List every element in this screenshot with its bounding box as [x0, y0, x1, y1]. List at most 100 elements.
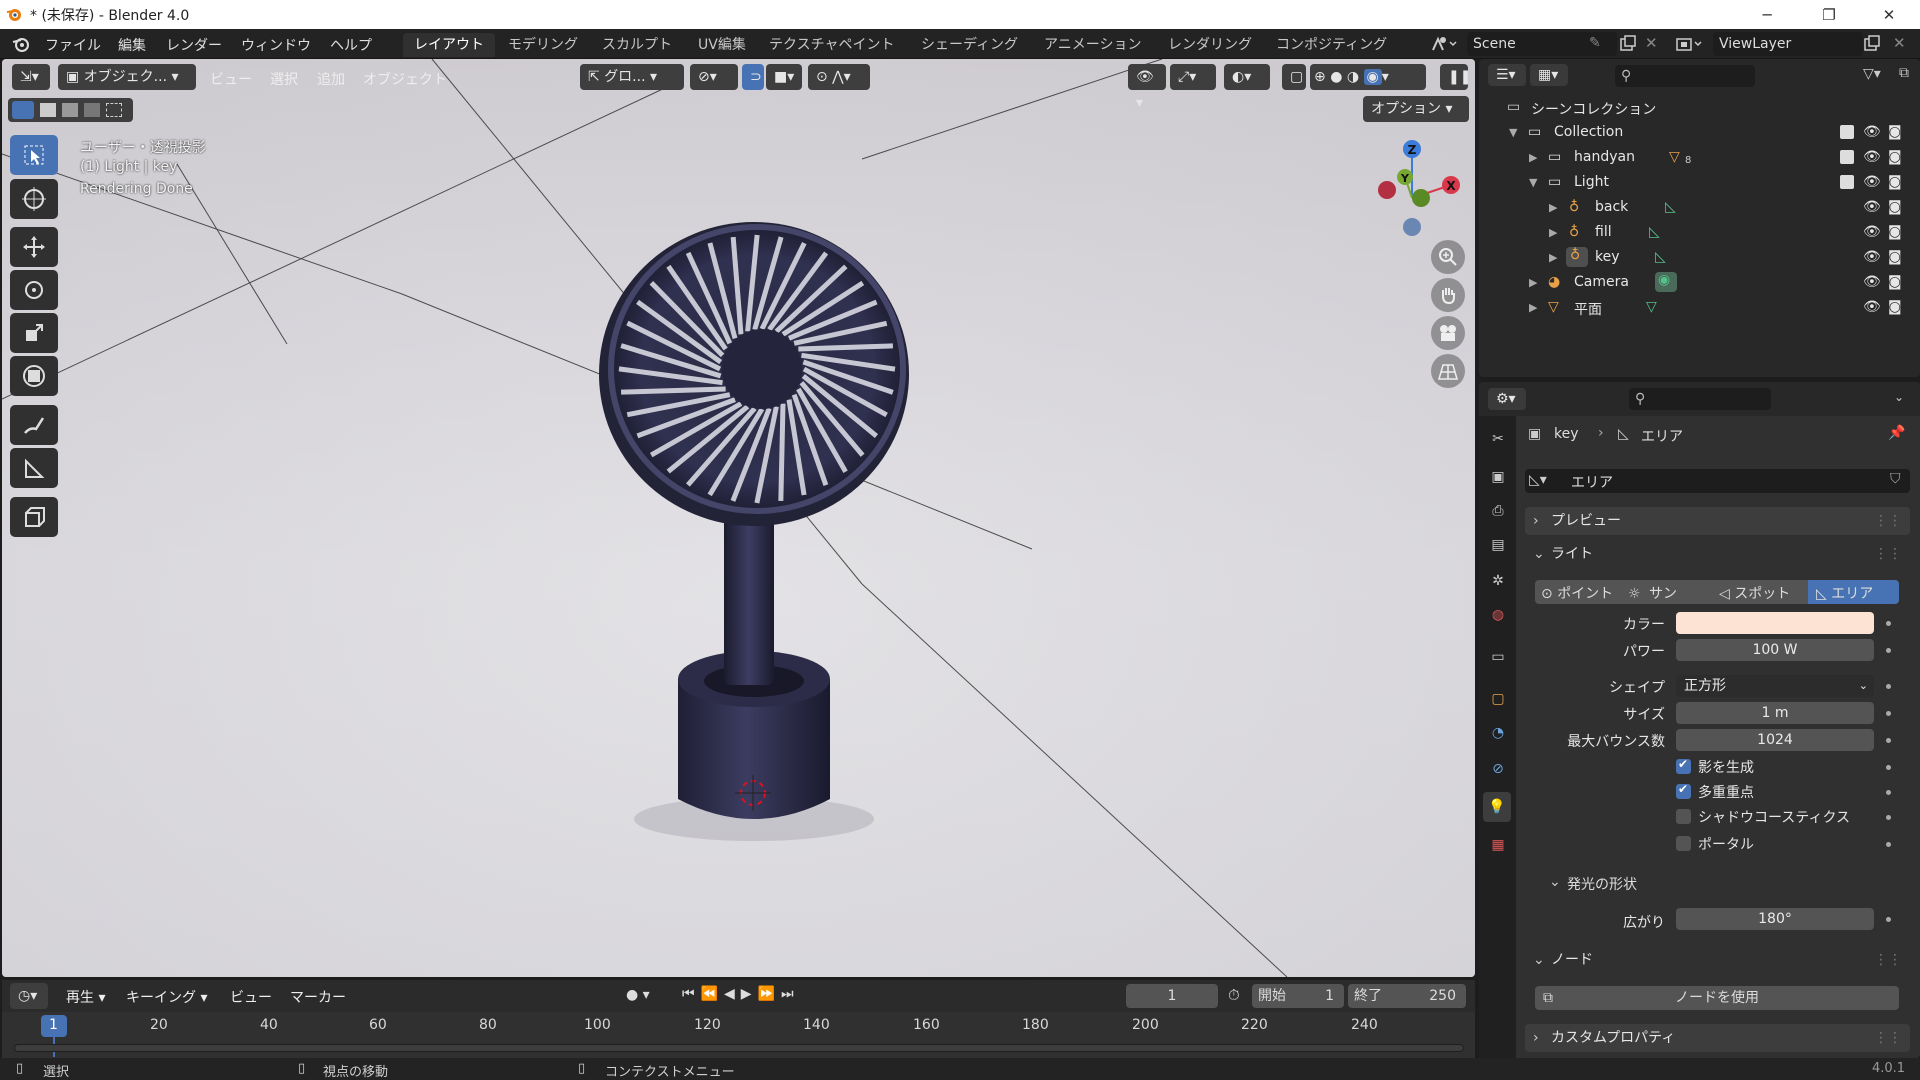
tab-rendering[interactable]: レンダリング [1157, 33, 1263, 57]
close-button[interactable]: ✕ [1866, 0, 1912, 29]
eye-icon[interactable]: 👁 [1863, 124, 1881, 140]
outliner[interactable]: ☰▾ ▦▾ ⚲ ▽▾ ⧉ ▭ シーンコレクション ▼ ▭ Collection 👁… [1479, 59, 1920, 377]
new-collection-icon[interactable]: ⧉ [1899, 65, 1909, 81]
current-frame-field[interactable]: 1 [1126, 984, 1218, 1008]
playback-controls[interactable]: ⏮⏪◀▶⏩⏭ [682, 986, 800, 1002]
annotate-tool[interactable] [10, 405, 58, 445]
pivot-icon[interactable]: ⊘▾ [690, 64, 738, 90]
tab-texture-paint[interactable]: テクスチャペイント [758, 33, 905, 57]
tool-tab-icon[interactable]: ✂ [1487, 428, 1509, 450]
light-type-area[interactable]: ◺ エリア [1808, 580, 1899, 604]
tab-shading[interactable]: シェーディング [910, 33, 1029, 57]
timeline-editor-type-icon[interactable]: ◷▾ [10, 983, 48, 1009]
properties-editor-type-icon[interactable]: ⚙▾ [1488, 388, 1526, 410]
light-datablock-field[interactable]: ◺▾ エリア ⛉ [1525, 469, 1910, 493]
expand-arrow-icon[interactable]: ▶ [1529, 276, 1537, 289]
select-extend-icon[interactable] [40, 103, 56, 117]
keyframe-dot[interactable] [1886, 917, 1891, 922]
drag-handle-icon[interactable]: ⋮⋮ [1874, 1024, 1902, 1052]
rotate-tool[interactable] [10, 270, 58, 310]
expand-arrow-icon[interactable]: ▶ [1529, 301, 1537, 314]
tab-uv-editing[interactable]: UV編集 [687, 33, 757, 57]
tab-modeling[interactable]: モデリング [497, 33, 589, 57]
beam-shape-subpanel[interactable]: 発光の形状 [1567, 874, 1637, 894]
visibility-icon[interactable]: 👁▾ [1128, 64, 1166, 111]
light-browse-icon[interactable]: ◺▾ [1529, 472, 1547, 488]
tab-animation[interactable]: アニメーション [1033, 33, 1152, 57]
cursor-tool[interactable] [10, 179, 58, 219]
checkbox-icon[interactable] [1840, 175, 1854, 189]
keyframe-dot[interactable] [1886, 842, 1891, 847]
display-mode-icon[interactable]: ▦▾ [1530, 64, 1568, 86]
portal-checkbox[interactable] [1676, 836, 1691, 851]
start-frame-field[interactable]: 開始 1 [1252, 984, 1344, 1008]
eye-icon[interactable]: 👁 [1863, 224, 1881, 240]
keyframe-dot[interactable] [1886, 621, 1891, 626]
timeline-view-menu[interactable]: ビュー [230, 987, 272, 1007]
timeline-editor[interactable]: ◷▾ 再生 ▾ キーイング ▾ ビュー マーカー ● ▾ ⏮⏪◀▶⏩⏭ 1 ⏱ … [2, 980, 1475, 1062]
light-type-sun[interactable]: ☼ サン [1628, 583, 1677, 603]
pan-hand-icon[interactable] [1431, 278, 1465, 312]
snap-toggle-icon[interactable]: ⊃ [742, 64, 764, 90]
view-layer-field[interactable]: ViewLayer [1713, 32, 1863, 56]
menu-window[interactable]: ウィンドウ [241, 35, 311, 55]
outliner-editor-type-icon[interactable]: ☰▾ [1488, 64, 1526, 86]
light-type-spot[interactable]: ◁ スポット [1719, 583, 1790, 603]
eye-icon[interactable]: 👁 [1863, 249, 1881, 265]
pin-icon[interactable]: 📌 [1888, 425, 1905, 441]
measure-tool[interactable] [10, 448, 58, 488]
select-invert-icon[interactable] [84, 103, 100, 117]
shadow-caustics-checkbox[interactable] [1676, 809, 1691, 824]
xray-toggle-icon[interactable]: ▢ [1282, 64, 1306, 90]
texture-tab-icon[interactable]: ▦ [1487, 834, 1509, 856]
expand-arrow-icon[interactable]: ▶ [1549, 201, 1557, 214]
shape-dropdown[interactable]: 正方形 ⌄ [1676, 675, 1874, 697]
properties-search-input[interactable]: ⚲ [1629, 388, 1771, 410]
drag-handle-icon[interactable]: ⋮⋮ [1874, 540, 1902, 568]
overlays-toggle-icon[interactable]: ◐▾ [1224, 64, 1270, 90]
gizmo-toggle-icon[interactable]: ⤢▾ [1170, 64, 1216, 90]
options-dropdown[interactable]: オプション ▾ [1363, 96, 1469, 122]
tab-layout[interactable]: レイアウト [403, 33, 495, 57]
menu-render[interactable]: レンダー [166, 35, 222, 55]
expand-arrow-icon[interactable]: ▶ [1529, 151, 1537, 164]
menu-select[interactable]: 選択 [270, 69, 298, 89]
move-tool[interactable] [10, 227, 58, 267]
rendered-shading-icon[interactable]: ◉ [1363, 69, 1382, 85]
outliner-row-light-collection[interactable]: ▼ ▭ Light 👁 ◙ [1479, 170, 1920, 195]
end-frame-field[interactable]: 終了 250 [1348, 984, 1466, 1008]
panel-nodes[interactable]: ⌄ ノード ⋮⋮ [1525, 946, 1910, 974]
delete-view-layer-icon[interactable]: ✕ [1893, 34, 1906, 52]
new-scene-icon[interactable] [1619, 34, 1637, 52]
outliner-scene-collection[interactable]: ▭ シーンコレクション [1479, 95, 1920, 120]
record-keyframe-icon[interactable]: ● ▾ [626, 987, 650, 1003]
material-shading-icon[interactable]: ◑ [1347, 69, 1359, 85]
select-new-icon[interactable] [12, 101, 34, 119]
use-nodes-button[interactable]: ⧉ ノードを使用 [1535, 986, 1899, 1010]
expand-arrow-icon[interactable]: ▶ [1549, 251, 1557, 264]
menu-object[interactable]: オブジェクト [363, 69, 447, 89]
perspective-toggle-icon[interactable] [1431, 354, 1465, 388]
3d-viewport[interactable] [2, 59, 1475, 977]
outliner-row-back[interactable]: ▶ ♁ back ◺ 👁 ◙ [1479, 195, 1920, 220]
keyframe-dot[interactable] [1886, 648, 1891, 653]
color-swatch[interactable] [1676, 612, 1874, 634]
eye-icon[interactable]: 👁 [1863, 174, 1881, 190]
snap-target-icon[interactable]: ■▾ [766, 64, 802, 90]
eye-icon[interactable]: 👁 [1863, 149, 1881, 165]
light-type-point[interactable]: ⊙ ポイント [1541, 583, 1613, 603]
maximize-button[interactable]: ❐ [1806, 0, 1852, 29]
constraints-tab-icon[interactable]: ⊘ [1487, 758, 1509, 780]
keyframe-dot[interactable] [1886, 790, 1891, 795]
outliner-search-input[interactable]: ⚲ [1615, 65, 1755, 87]
add-cube-tool[interactable] [10, 497, 58, 537]
minimize-button[interactable]: ─ [1744, 0, 1790, 29]
filter-icon[interactable]: ▽▾ [1863, 66, 1881, 82]
shading-mode-group[interactable]: ⊕ ● ◑ ◉ ▾ [1310, 64, 1426, 90]
fake-user-shield-icon[interactable]: ⛉ [1890, 471, 1901, 487]
pin-icon[interactable]: ✎ [1589, 35, 1601, 51]
camera-render-icon[interactable]: ◙ [1888, 274, 1902, 290]
multiple-importance-checkbox[interactable]: ✔ [1676, 782, 1691, 799]
proportional-edit-icon[interactable]: ⊙ ⋀▾ [808, 64, 870, 90]
pause-render-icon[interactable]: ❚❚ [1440, 64, 1471, 90]
